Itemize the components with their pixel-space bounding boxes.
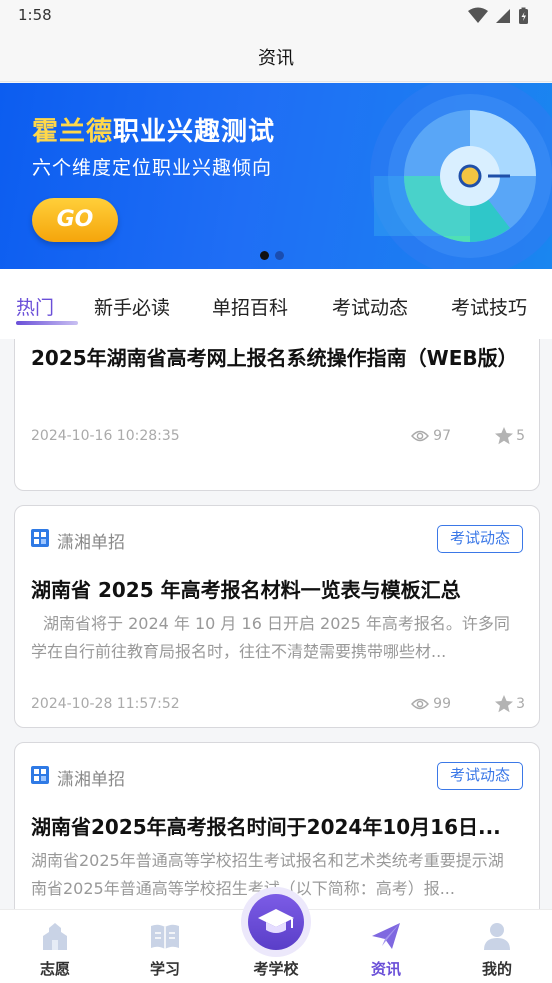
- page-title: 资讯: [258, 48, 294, 69]
- building-icon: [43, 923, 67, 950]
- book-icon: [151, 924, 179, 949]
- nav-label: 学习: [149, 960, 180, 978]
- article-card[interactable]: 潇湘单招 考试动态 湖南省2025年高考报名时间于2024年10月16日... …: [14, 742, 540, 909]
- banner-pagination: [260, 245, 290, 260]
- nav-label: 志愿: [39, 960, 70, 978]
- signal-icon: [496, 9, 510, 23]
- source-name: 潇湘单招: [57, 533, 125, 553]
- eye-icon: [411, 430, 430, 442]
- banner-title: 霍兰德职业兴趣测试: [32, 111, 275, 148]
- stars-count: 5: [516, 428, 525, 444]
- source-logo-icon: [31, 766, 49, 784]
- nav-item-profile[interactable]: 我的: [442, 910, 552, 983]
- tab-newbie-guide[interactable]: 新手必读: [94, 293, 170, 320]
- article-time: 2024-10-28 11:57:52: [31, 696, 180, 712]
- views-count: 99: [433, 696, 451, 712]
- radar-chart-illustration: [370, 83, 552, 269]
- tab-indicator: [16, 321, 78, 325]
- source-name: 潇湘单招: [57, 770, 125, 790]
- user-icon: [484, 923, 510, 950]
- article-title: 2025年湖南省高考网上报名系统操作指南（WEB版）: [31, 346, 518, 370]
- nav-item-news[interactable]: 资讯: [331, 910, 441, 983]
- nav-item-volunteer[interactable]: 志愿: [0, 910, 110, 983]
- banner-go-button[interactable]: GO: [32, 198, 118, 242]
- category-badge[interactable]: 考试动态: [436, 525, 523, 553]
- tab-exam-news[interactable]: 考试动态: [332, 293, 408, 320]
- category-badge[interactable]: 考试动态: [436, 762, 523, 790]
- banner-title-rest: 职业兴趣测试: [113, 117, 276, 147]
- paper-plane-icon: [372, 923, 400, 949]
- article-views: 97: [411, 428, 451, 444]
- status-time: 1:58: [18, 6, 52, 24]
- article-views: 99: [411, 696, 451, 712]
- app-header: 资讯: [0, 32, 552, 82]
- banner-dot-2[interactable]: [275, 251, 284, 260]
- wifi-icon: [468, 7, 488, 23]
- tab-exam-tips[interactable]: 考试技巧: [451, 293, 527, 320]
- article-summary: 湖南省将于 2024 年 10 月 16 日开启 2025 年高考报名。许多同学…: [31, 614, 510, 661]
- status-bar: 1:58: [0, 0, 552, 32]
- star-icon: [495, 427, 514, 445]
- views-count: 97: [433, 428, 451, 444]
- article-feed[interactable]: 2025年湖南省高考网上报名系统操作指南（WEB版） 2024-10-16 10…: [0, 339, 552, 909]
- banner-subtitle: 六个维度定位职业兴趣倾向: [32, 157, 273, 179]
- article-stars: 5: [495, 427, 525, 445]
- eye-icon: [411, 698, 430, 710]
- nav-label: 考学校: [253, 960, 299, 978]
- banner-title-highlight: 霍兰德: [32, 117, 114, 147]
- stars-count: 3: [516, 696, 525, 712]
- article-title: 湖南省 2025 年高考报名材料一览表与模板汇总: [31, 578, 461, 602]
- article-card[interactable]: 潇湘单招 考试动态 湖南省 2025 年高考报名材料一览表与模板汇总 湖南省将于…: [14, 505, 540, 728]
- banner-dot-1[interactable]: [260, 251, 269, 260]
- school-fab-inner: [248, 894, 304, 950]
- article-title: 湖南省2025年高考报名时间于2024年10月16日...: [31, 815, 501, 839]
- article-time: 2024-10-16 10:28:35: [31, 428, 180, 444]
- nav-item-study[interactable]: 学习: [110, 910, 220, 983]
- tab-hot[interactable]: 热门: [16, 293, 54, 320]
- article-stars: 3: [495, 695, 525, 713]
- promo-banner[interactable]: 霍兰德职业兴趣测试 六个维度定位职业兴趣倾向 GO: [0, 83, 552, 269]
- tab-admission-wiki[interactable]: 单招百科: [212, 293, 288, 320]
- category-tabs: 热门 新手必读 单招百科 考试动态 考试技巧: [0, 269, 552, 339]
- star-icon: [495, 695, 514, 713]
- nav-label: 我的: [481, 960, 512, 978]
- school-fab-button[interactable]: [241, 887, 311, 957]
- article-card[interactable]: 2025年湖南省高考网上报名系统操作指南（WEB版） 2024-10-16 10…: [14, 339, 540, 491]
- status-icons: [468, 7, 528, 24]
- nav-label: 资讯: [370, 960, 401, 978]
- source-logo-icon: [31, 529, 49, 547]
- graduation-cap-icon: [258, 909, 294, 933]
